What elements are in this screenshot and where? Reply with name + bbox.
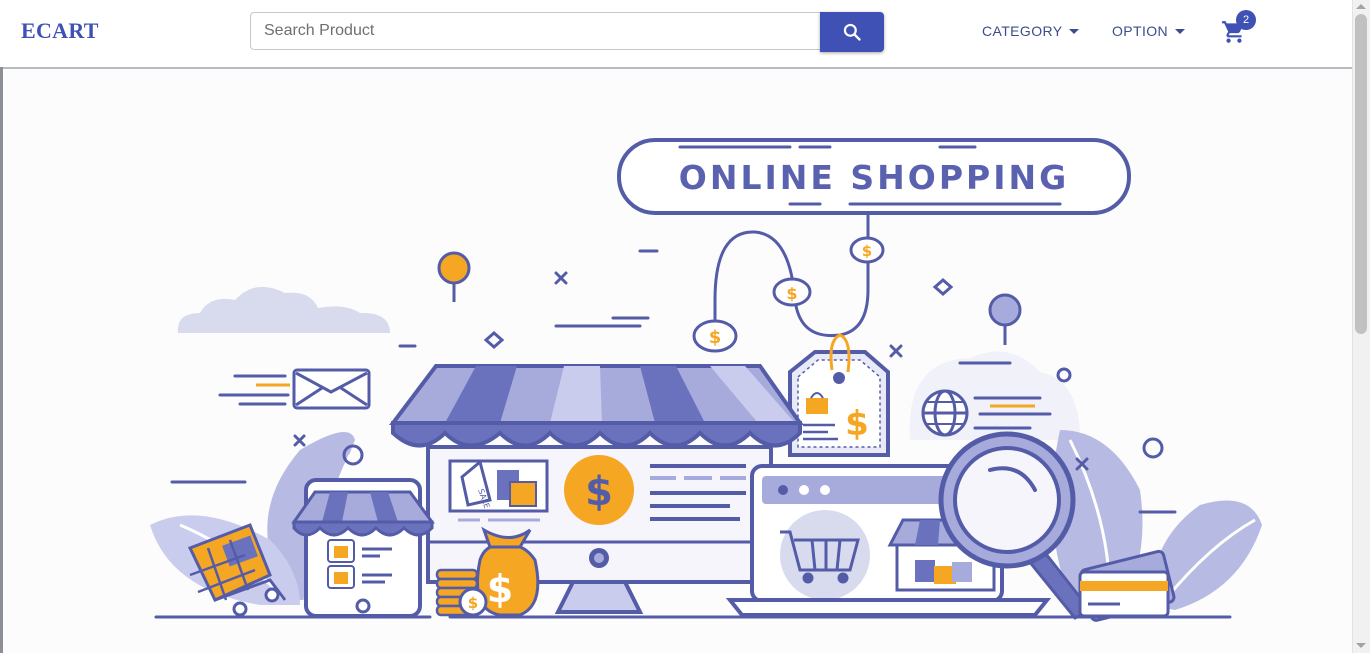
- online-shopping-illustration: ONLINE SHOPPING $ $ $ $ SALE $ $ $: [150, 138, 1262, 622]
- option-dropdown[interactable]: OPTION: [1112, 23, 1186, 39]
- store-awning: [388, 364, 804, 448]
- svg-text:$: $: [786, 284, 797, 303]
- balloon-pin-icon: [988, 293, 1022, 345]
- cloud-shape: [177, 286, 390, 333]
- price-tag-icon: $: [788, 333, 890, 457]
- cart-count-badge: 2: [1236, 10, 1256, 30]
- mail-envelope-icon: [218, 368, 371, 410]
- category-label: CATEGORY: [982, 23, 1063, 39]
- category-dropdown[interactable]: CATEGORY: [982, 23, 1080, 39]
- globe-icon: [921, 389, 1052, 437]
- wire: [713, 213, 870, 338]
- banner-text: ONLINE SHOPPING: [679, 158, 1069, 197]
- search-icon: [843, 23, 861, 41]
- scroll-down-arrow-icon[interactable]: [1356, 643, 1366, 648]
- chevron-down-icon: [1069, 28, 1080, 34]
- svg-text:$: $: [468, 594, 478, 612]
- search-button[interactable]: [820, 12, 884, 52]
- option-label: OPTION: [1112, 23, 1169, 39]
- svg-text:$: $: [709, 327, 722, 348]
- chevron-down-icon: [1175, 28, 1186, 34]
- coin-icon: $: [849, 236, 885, 264]
- brand-logo[interactable]: ECART: [21, 18, 99, 44]
- coin-icon: $: [772, 277, 812, 307]
- coin-icon: $: [692, 319, 738, 353]
- search-input[interactable]: [250, 12, 820, 50]
- balloon-pin-icon: [437, 251, 471, 302]
- scroll-up-arrow-icon[interactable]: [1356, 4, 1366, 9]
- mobile-shop: [291, 478, 435, 618]
- scrollbar-thumb[interactable]: [1355, 14, 1367, 334]
- svg-text:$: $: [585, 469, 613, 515]
- svg-text:$: $: [487, 567, 513, 611]
- svg-text:$: $: [862, 242, 872, 260]
- svg-text:$: $: [845, 404, 869, 444]
